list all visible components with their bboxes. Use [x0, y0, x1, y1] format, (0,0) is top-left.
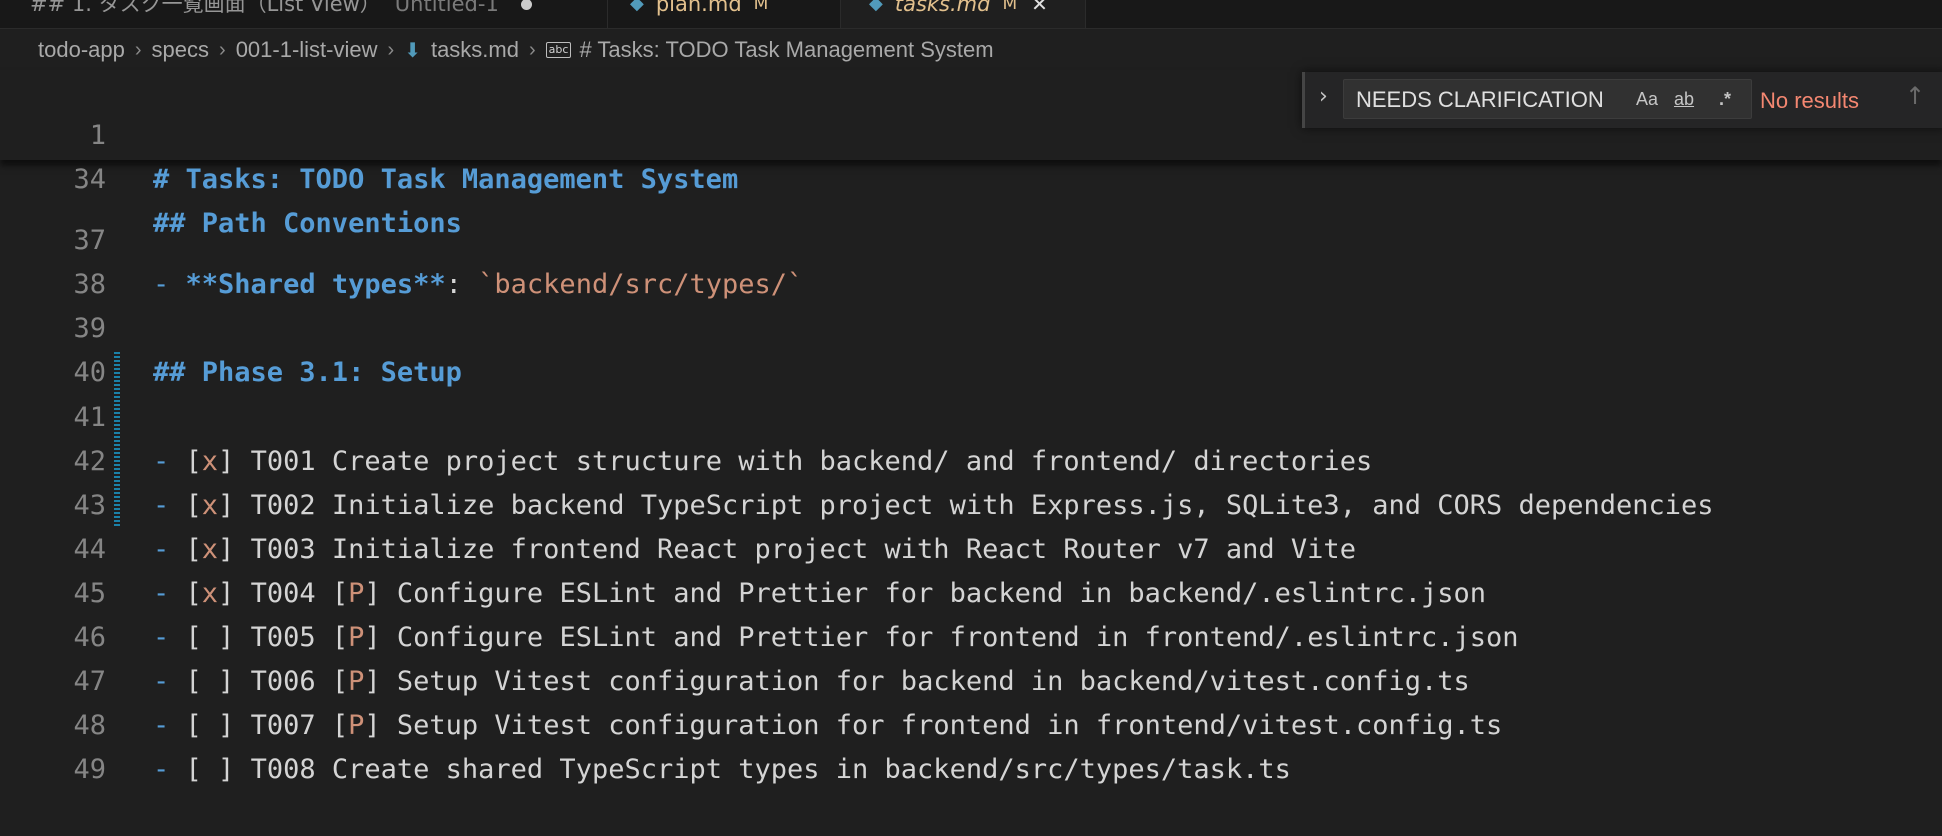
arrow-up-icon[interactable]: ↑	[1905, 82, 1925, 110]
tab-bar: ## 1. タスク一覧画面（List View） Untitled-1 ◆ pl…	[0, 0, 1942, 29]
breadcrumb-item-specs[interactable]: specs	[152, 37, 209, 63]
list-bullet: -	[153, 754, 170, 785]
find-query[interactable]: NEEDS CLARIFICATION	[1356, 87, 1604, 113]
task-line[interactable]: 43 - [x] T003 Initialize frontend React …	[0, 440, 1942, 565]
chevron-right-icon: ›	[219, 38, 226, 61]
breadcrumb-item-file[interactable]: tasks.md	[431, 37, 519, 63]
task-line[interactable]: 47 - [ ] T007 [P] Setup Vitest configura…	[0, 616, 1942, 741]
tab-label: tasks.md	[894, 0, 991, 16]
line-number: 49	[73, 754, 106, 785]
close-icon[interactable]: ✕	[1031, 0, 1048, 14]
markdown-file-icon: ◆	[869, 0, 883, 14]
markdown-down-arrow-icon: ⬇	[404, 39, 421, 62]
line-number: 34	[73, 164, 106, 195]
find-results: No results	[1760, 88, 1860, 113]
tab-label: plan.md	[655, 0, 742, 16]
code-line[interactable]: 40	[0, 307, 1942, 388]
whole-word-icon[interactable]: ab	[1674, 89, 1694, 110]
chevron-right-icon[interactable]: ›	[1319, 84, 1328, 109]
modified-indicator: M	[753, 0, 769, 14]
task-line[interactable]: 46 - [ ] T006 [P] Setup Vitest configura…	[0, 572, 1942, 697]
string-symbol-icon: abc	[545, 42, 572, 58]
breadcrumb-item-todo-app[interactable]: todo-app	[38, 37, 125, 63]
tab-description: Untitled-1	[394, 0, 499, 16]
unsaved-dot-icon[interactable]	[520, 0, 532, 10]
task-line[interactable]: 45 - [ ] T005 [P] Configure ESLint and P…	[0, 528, 1942, 653]
breadcrumb-item-symbol[interactable]: # Tasks: TODO Task Management System	[579, 37, 993, 63]
heading-text: ## Path Conventions	[153, 208, 462, 239]
breadcrumb: todo-app › specs › 001-1-list-view › ⬇ t…	[38, 36, 994, 64]
tab-untitled[interactable]: ## 1. タスク一覧画面（List View） Untitled-1	[0, 0, 608, 28]
task-id: T008	[250, 754, 316, 785]
markdown-file-icon: ◆	[630, 0, 644, 14]
find-input[interactable]: NEEDS CLARIFICATION Aa ab .*	[1343, 79, 1752, 119]
tab-plan-md[interactable]: ◆ plan.md M	[608, 0, 841, 28]
modified-indicator: M	[1002, 0, 1018, 14]
code-line[interactable]: 49	[0, 704, 1942, 785]
checkbox-mark	[202, 754, 218, 785]
chevron-right-icon: ›	[387, 38, 395, 61]
line-content: - [ ] T008 Create shared TypeScript type…	[153, 754, 1291, 785]
regex-icon[interactable]: .*	[1719, 89, 1731, 110]
task-line[interactable]: 44 - [x] T004 [P] Configure ESLint and P…	[0, 484, 1942, 609]
task-line[interactable]: 48 - [ ] T008 Create shared TypeScript t…	[0, 660, 1942, 785]
tab-tasks-md[interactable]: ◆ tasks.md M ✕	[841, 0, 1086, 28]
code-line[interactable]: 39 ## Phase 3.1: Setup	[0, 263, 1942, 388]
heading-text: # Tasks: TODO Task Management System	[153, 164, 739, 195]
match-case-icon[interactable]: Aa	[1636, 89, 1658, 110]
find-widget: › NEEDS CLARIFICATION Aa ab .* No result…	[1302, 72, 1942, 128]
tab-label: ## 1. タスク一覧画面（List View）	[30, 0, 381, 16]
task-line[interactable]: 42 - [x] T002 Initialize backend TypeScr…	[0, 396, 1942, 521]
task-line[interactable]: 41 - [x] T001 Create project structure w…	[0, 352, 1942, 477]
chevron-right-icon: ›	[134, 38, 142, 61]
breadcrumb-item-folder[interactable]: 001-1-list-view	[236, 37, 378, 63]
chevron-right-icon: ›	[528, 38, 536, 61]
task-description: Create shared TypeScript types in backen…	[331, 754, 1291, 785]
